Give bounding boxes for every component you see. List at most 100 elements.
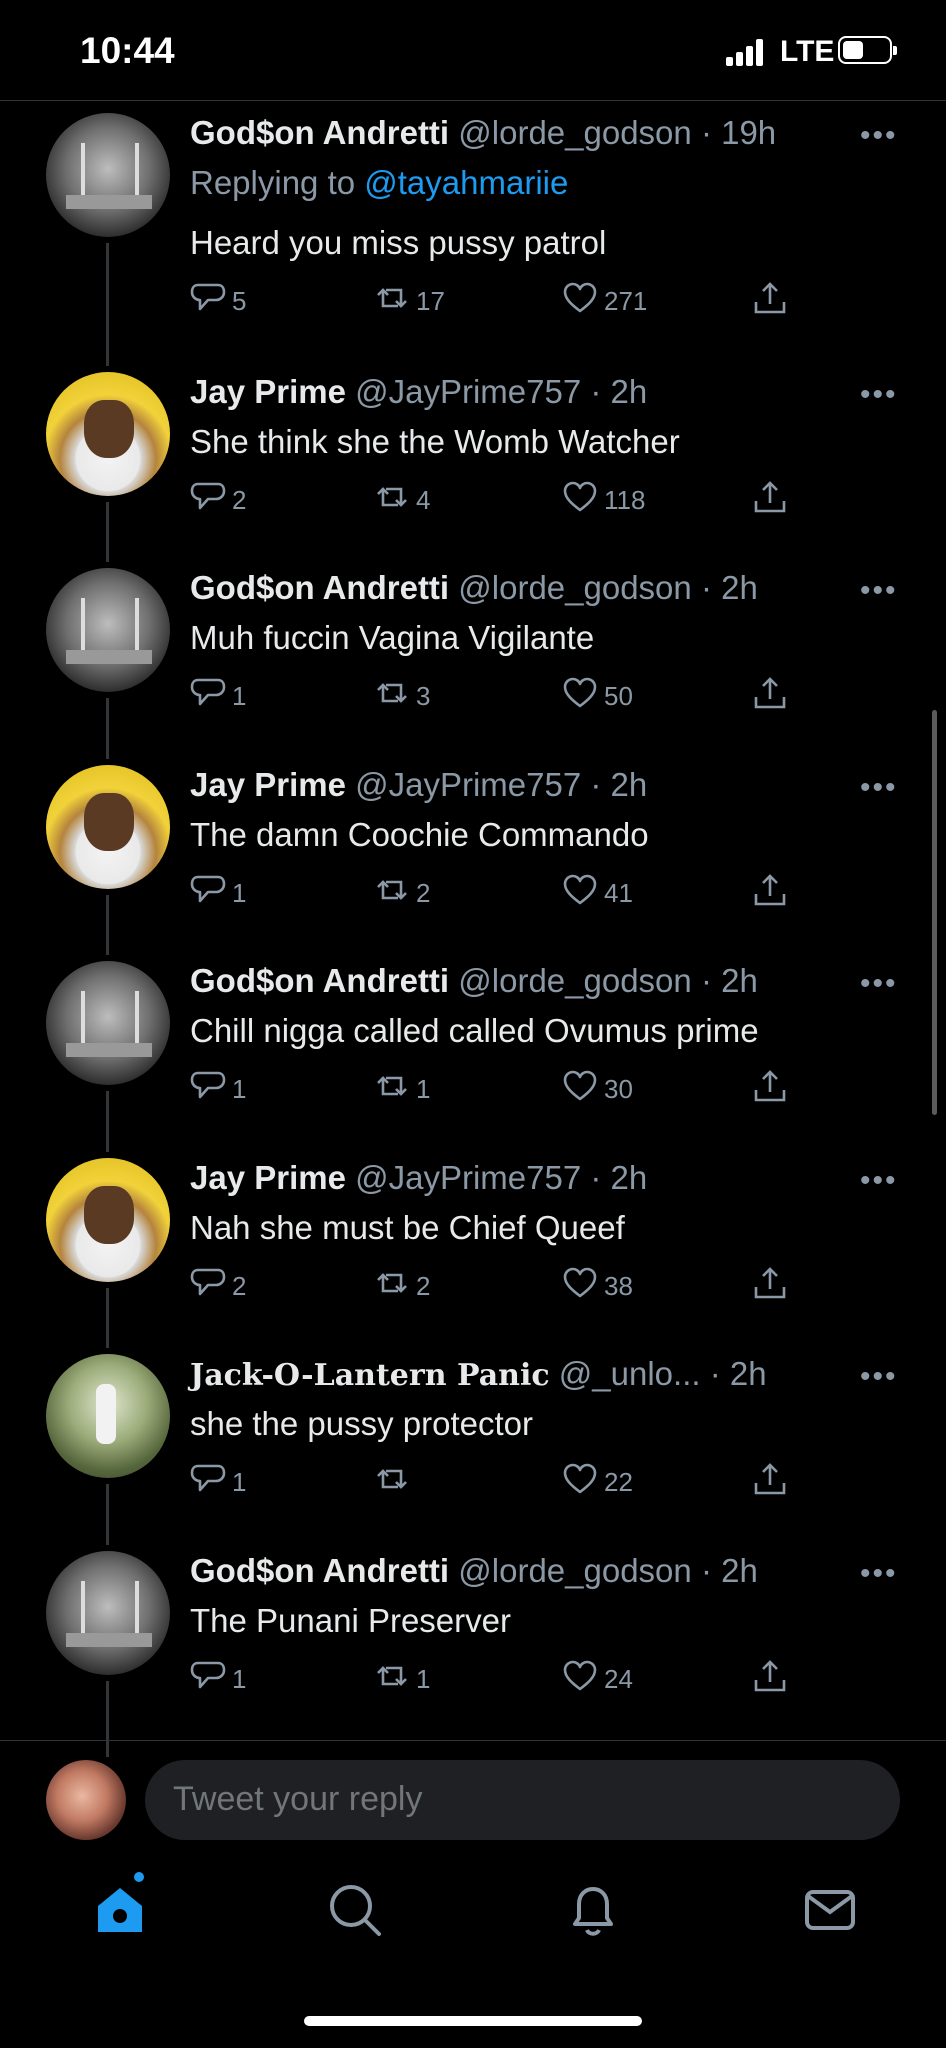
reply-button[interactable]: 1 bbox=[190, 873, 246, 913]
like-button[interactable]: 50 bbox=[562, 676, 633, 716]
user-handle[interactable]: @lorde_godson bbox=[458, 114, 692, 151]
display-name[interactable]: Jay Prime bbox=[190, 1159, 346, 1196]
display-name[interactable]: God$on Andretti bbox=[190, 569, 449, 606]
like-count: 50 bbox=[604, 680, 633, 711]
mail-icon[interactable] bbox=[800, 1880, 860, 1940]
user-handle[interactable]: @JayPrime757 bbox=[355, 766, 581, 803]
heart-icon bbox=[562, 675, 598, 718]
share-button[interactable] bbox=[752, 281, 788, 321]
more-options-icon[interactable]: ••• bbox=[860, 967, 898, 1001]
retweet-button[interactable]: 2 bbox=[374, 1266, 430, 1306]
retweet-count: 4 bbox=[416, 484, 431, 515]
reply-count: 1 bbox=[232, 1073, 247, 1104]
retweet-button[interactable] bbox=[374, 1462, 416, 1502]
reply-button[interactable]: 2 bbox=[190, 1266, 246, 1306]
avatar[interactable] bbox=[46, 1158, 170, 1282]
avatar[interactable] bbox=[46, 1354, 170, 1478]
user-handle[interactable]: @_unlo... bbox=[559, 1355, 701, 1392]
share-button[interactable] bbox=[752, 480, 788, 520]
retweet-icon bbox=[374, 479, 410, 522]
retweet-button[interactable]: 1 bbox=[374, 1659, 430, 1699]
avatar[interactable] bbox=[46, 961, 170, 1085]
composer-divider bbox=[0, 1740, 946, 1741]
user-handle[interactable]: @JayPrime757 bbox=[355, 373, 581, 410]
tweet-actions: 5 17 271 bbox=[190, 281, 890, 321]
reply-button[interactable]: 1 bbox=[190, 676, 246, 716]
my-avatar[interactable] bbox=[46, 1760, 126, 1840]
reply-icon bbox=[190, 872, 226, 915]
bell-icon[interactable] bbox=[563, 1880, 623, 1940]
like-button[interactable]: 24 bbox=[562, 1659, 633, 1699]
like-button[interactable]: 118 bbox=[562, 480, 645, 520]
more-options-icon[interactable]: ••• bbox=[860, 1360, 898, 1394]
share-button[interactable] bbox=[752, 1266, 788, 1306]
reply-button[interactable]: 1 bbox=[190, 1069, 246, 1109]
thread-connector bbox=[106, 1288, 109, 1348]
tweet-header: God$on Andretti @lorde_godson · 19h bbox=[190, 113, 776, 153]
avatar[interactable] bbox=[46, 372, 170, 496]
display-name[interactable]: God$on Andretti bbox=[190, 962, 449, 999]
replying-to: Replying to @tayahmariie bbox=[190, 163, 568, 203]
display-name[interactable]: Jay Prime bbox=[190, 373, 346, 410]
avatar[interactable] bbox=[46, 113, 170, 237]
network-label: LTE bbox=[780, 35, 835, 68]
tweet-actions: 1 1 30 bbox=[190, 1069, 890, 1109]
heart-icon bbox=[562, 1265, 598, 1308]
like-button[interactable]: 38 bbox=[562, 1266, 633, 1306]
retweet-icon bbox=[374, 872, 410, 915]
replying-label: Replying to bbox=[190, 164, 365, 201]
home-indicator[interactable] bbox=[304, 2016, 642, 2026]
tab-bar bbox=[0, 1860, 946, 1980]
tweet-actions: 1 2 41 bbox=[190, 873, 890, 913]
user-handle[interactable]: @lorde_godson bbox=[458, 569, 692, 606]
reply-button[interactable]: 2 bbox=[190, 480, 246, 520]
timestamp: · 2h bbox=[709, 1355, 767, 1392]
like-button[interactable]: 30 bbox=[562, 1069, 633, 1109]
more-options-icon[interactable]: ••• bbox=[860, 574, 898, 608]
like-button[interactable]: 271 bbox=[562, 281, 647, 321]
tweet-header: Jay Prime @JayPrime757 · 2h bbox=[190, 765, 647, 805]
reply-icon bbox=[190, 1461, 226, 1504]
like-button[interactable]: 41 bbox=[562, 873, 633, 913]
more-options-icon[interactable]: ••• bbox=[860, 119, 898, 153]
share-button[interactable] bbox=[752, 1069, 788, 1109]
more-options-icon[interactable]: ••• bbox=[860, 378, 898, 412]
share-button[interactable] bbox=[752, 1462, 788, 1502]
user-handle[interactable]: @JayPrime757 bbox=[355, 1159, 581, 1196]
display-name[interactable]: God$on Andretti bbox=[190, 1552, 449, 1589]
display-name[interactable]: Jay Prime bbox=[190, 766, 346, 803]
like-count: 118 bbox=[604, 484, 646, 515]
avatar[interactable] bbox=[46, 568, 170, 692]
more-options-icon[interactable]: ••• bbox=[860, 771, 898, 805]
retweet-button[interactable]: 1 bbox=[374, 1069, 430, 1109]
timestamp: · 2h bbox=[700, 569, 758, 606]
reply-button[interactable]: 1 bbox=[190, 1659, 246, 1699]
retweet-button[interactable]: 2 bbox=[374, 873, 430, 913]
more-options-icon[interactable]: ••• bbox=[860, 1557, 898, 1591]
reply-button[interactable]: 1 bbox=[190, 1462, 246, 1502]
more-options-icon[interactable]: ••• bbox=[860, 1164, 898, 1198]
display-name[interactable]: Jack-O-Lantern Panic bbox=[190, 1358, 550, 1393]
user-handle[interactable]: @lorde_godson bbox=[458, 962, 692, 999]
like-button[interactable]: 22 bbox=[562, 1462, 633, 1502]
mention-link[interactable]: @tayahmariie bbox=[364, 164, 568, 201]
thread-connector bbox=[106, 502, 109, 562]
retweet-button[interactable]: 3 bbox=[374, 676, 430, 716]
retweet-button[interactable]: 4 bbox=[374, 480, 430, 520]
share-button[interactable] bbox=[752, 873, 788, 913]
avatar[interactable] bbox=[46, 765, 170, 889]
heart-icon bbox=[562, 280, 598, 323]
scrollbar[interactable] bbox=[932, 710, 937, 1115]
tweet-header: Jay Prime @JayPrime757 · 2h bbox=[190, 1158, 647, 1198]
avatar[interactable] bbox=[46, 1551, 170, 1675]
search-icon[interactable] bbox=[325, 1880, 385, 1940]
retweet-button[interactable]: 17 bbox=[374, 281, 445, 321]
user-handle[interactable]: @lorde_godson bbox=[458, 1552, 692, 1589]
share-button[interactable] bbox=[752, 1659, 788, 1699]
home-icon[interactable] bbox=[90, 1872, 150, 1940]
reply-button[interactable]: 5 bbox=[190, 281, 246, 321]
timestamp: · 2h bbox=[700, 962, 758, 999]
share-button[interactable] bbox=[752, 676, 788, 716]
reply-input[interactable]: Tweet your reply bbox=[145, 1760, 900, 1840]
display-name[interactable]: God$on Andretti bbox=[190, 114, 449, 151]
